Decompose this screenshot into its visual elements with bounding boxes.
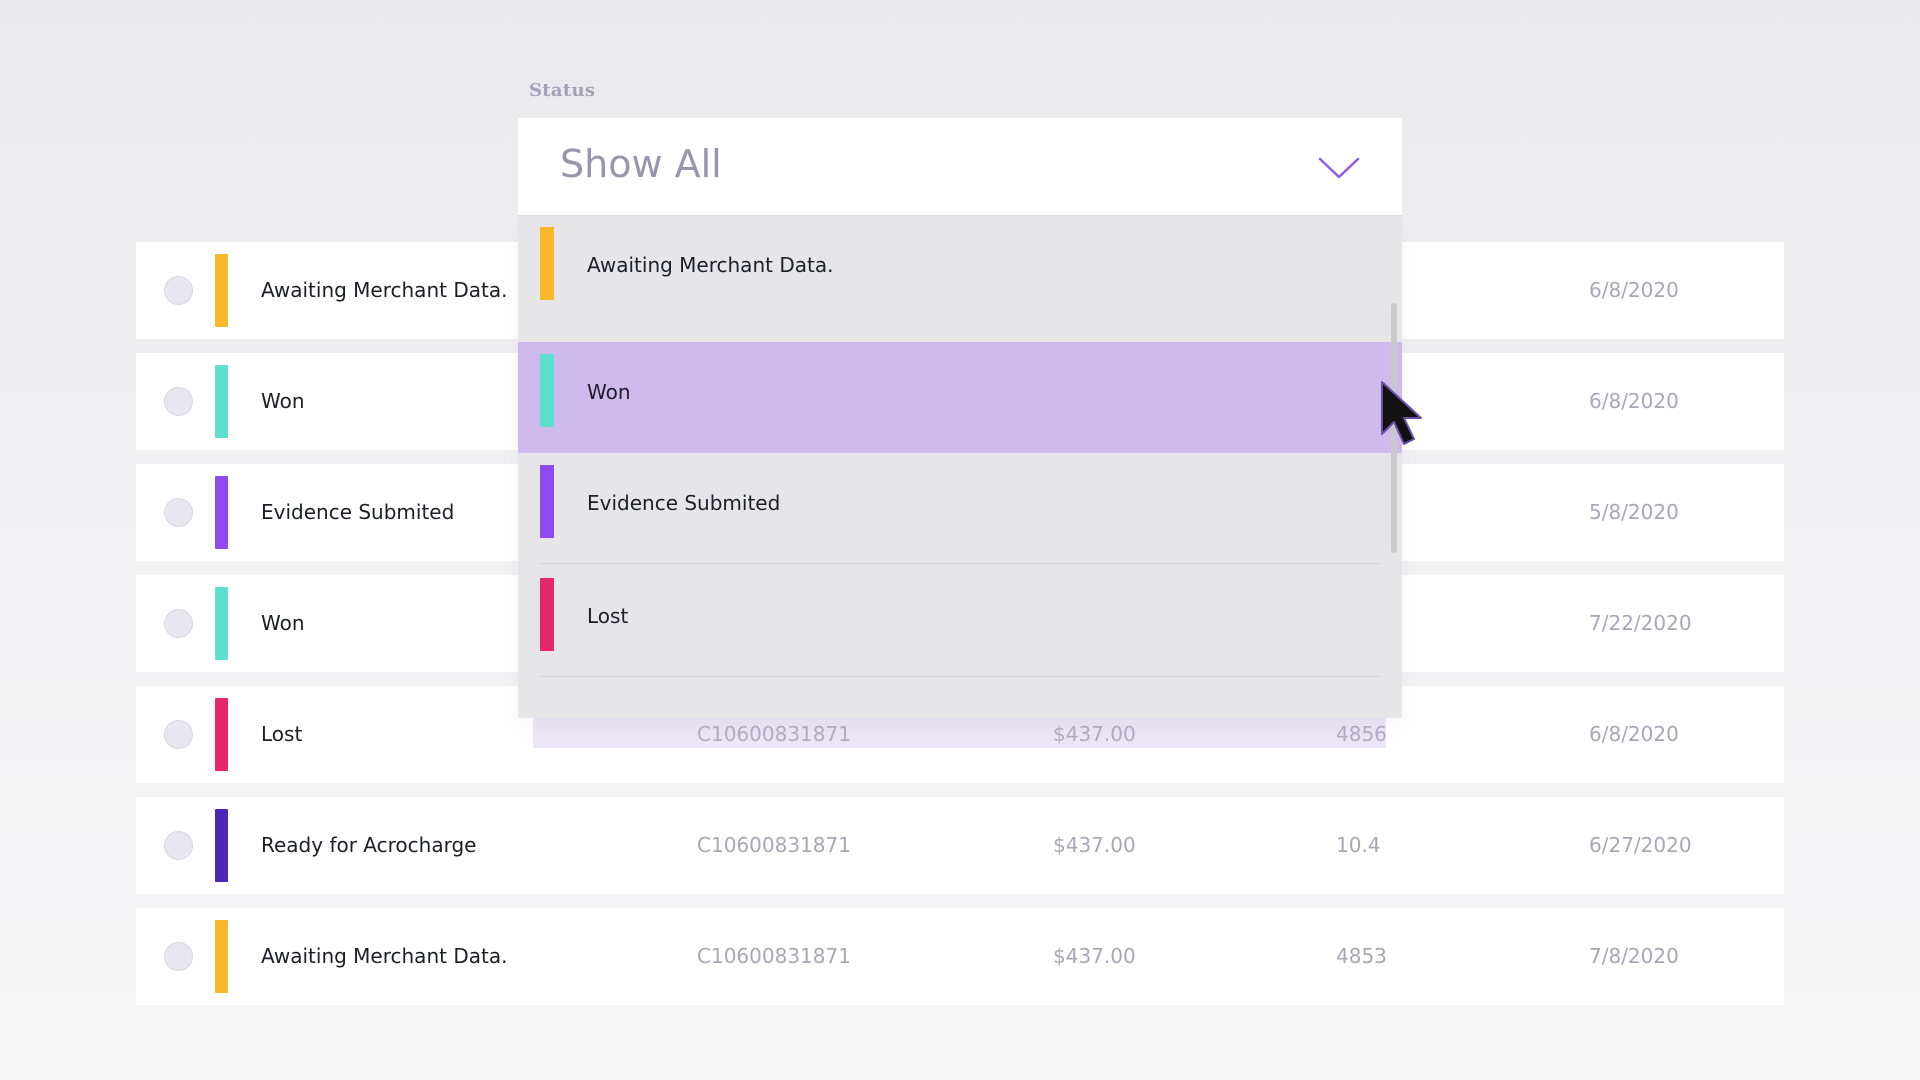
row-amount: $437.00	[1053, 944, 1136, 968]
dropdown-option-lost[interactable]: Lost	[518, 566, 1402, 677]
row-select-radio[interactable]	[164, 609, 193, 638]
option-color-bar	[540, 465, 554, 538]
row-id: C10600831871	[697, 833, 851, 857]
table-row[interactable]: Ready for Acrocharge C10600831871 $437.0…	[136, 797, 1784, 894]
row-status: Ready for Acrocharge	[261, 833, 477, 857]
row-date: 6/27/2020	[1589, 833, 1692, 857]
option-label: Won	[587, 380, 631, 404]
status-color-bar	[215, 587, 228, 660]
table-row[interactable]: Awaiting Merchant Data. C10600831871 $43…	[136, 908, 1784, 1005]
status-dropdown-menu: Awaiting Merchant Data. Won Evidence Sub…	[518, 215, 1402, 718]
option-color-bar	[540, 578, 554, 651]
select-current-value: Show All	[560, 142, 722, 186]
row-date: 5/8/2020	[1589, 500, 1679, 524]
status-color-bar	[215, 254, 228, 327]
dropdown-shadow-strip	[533, 718, 1386, 748]
row-date: 7/8/2020	[1589, 944, 1679, 968]
dropdown-option-won[interactable]: Won	[518, 342, 1402, 453]
option-divider	[540, 676, 1380, 677]
dropdown-option-evidence[interactable]: Evidence Submited	[518, 453, 1402, 564]
row-select-radio[interactable]	[164, 498, 193, 527]
row-date: 7/22/2020	[1589, 611, 1692, 635]
dropdown-option-awaiting[interactable]: Awaiting Merchant Data.	[518, 215, 1402, 326]
row-select-radio[interactable]	[164, 942, 193, 971]
row-code: 10.4	[1336, 833, 1381, 857]
mouse-pointer-icon	[1378, 378, 1438, 456]
row-date: 6/8/2020	[1589, 389, 1679, 413]
row-status: Won	[261, 389, 305, 413]
status-color-bar	[215, 698, 228, 771]
option-color-bar	[540, 227, 554, 300]
row-status: Evidence Submited	[261, 500, 455, 524]
option-label: Lost	[587, 604, 629, 628]
status-filter-label: Status	[529, 80, 596, 101]
status-color-bar	[215, 920, 228, 993]
option-divider	[540, 563, 1380, 564]
row-status: Awaiting Merchant Data.	[261, 944, 508, 968]
chevron-down-icon[interactable]	[1318, 156, 1360, 180]
row-select-radio[interactable]	[164, 831, 193, 860]
row-select-radio[interactable]	[164, 720, 193, 749]
row-date: 6/8/2020	[1589, 722, 1679, 746]
option-label: Evidence Submited	[587, 491, 781, 515]
option-color-bar	[540, 354, 554, 427]
row-id: C10600831871	[697, 944, 851, 968]
status-color-bar	[215, 809, 228, 882]
row-amount: $437.00	[1053, 833, 1136, 857]
row-status: Won	[261, 611, 305, 635]
row-date: 6/8/2020	[1589, 278, 1679, 302]
row-code: 4853	[1336, 944, 1387, 968]
status-color-bar	[215, 476, 228, 549]
row-status: Awaiting Merchant Data.	[261, 278, 508, 302]
row-select-radio[interactable]	[164, 387, 193, 416]
status-filter-select[interactable]: Show All	[518, 118, 1402, 215]
status-color-bar	[215, 365, 228, 438]
row-select-radio[interactable]	[164, 276, 193, 305]
row-status: Lost	[261, 722, 303, 746]
option-label: Awaiting Merchant Data.	[587, 253, 834, 277]
